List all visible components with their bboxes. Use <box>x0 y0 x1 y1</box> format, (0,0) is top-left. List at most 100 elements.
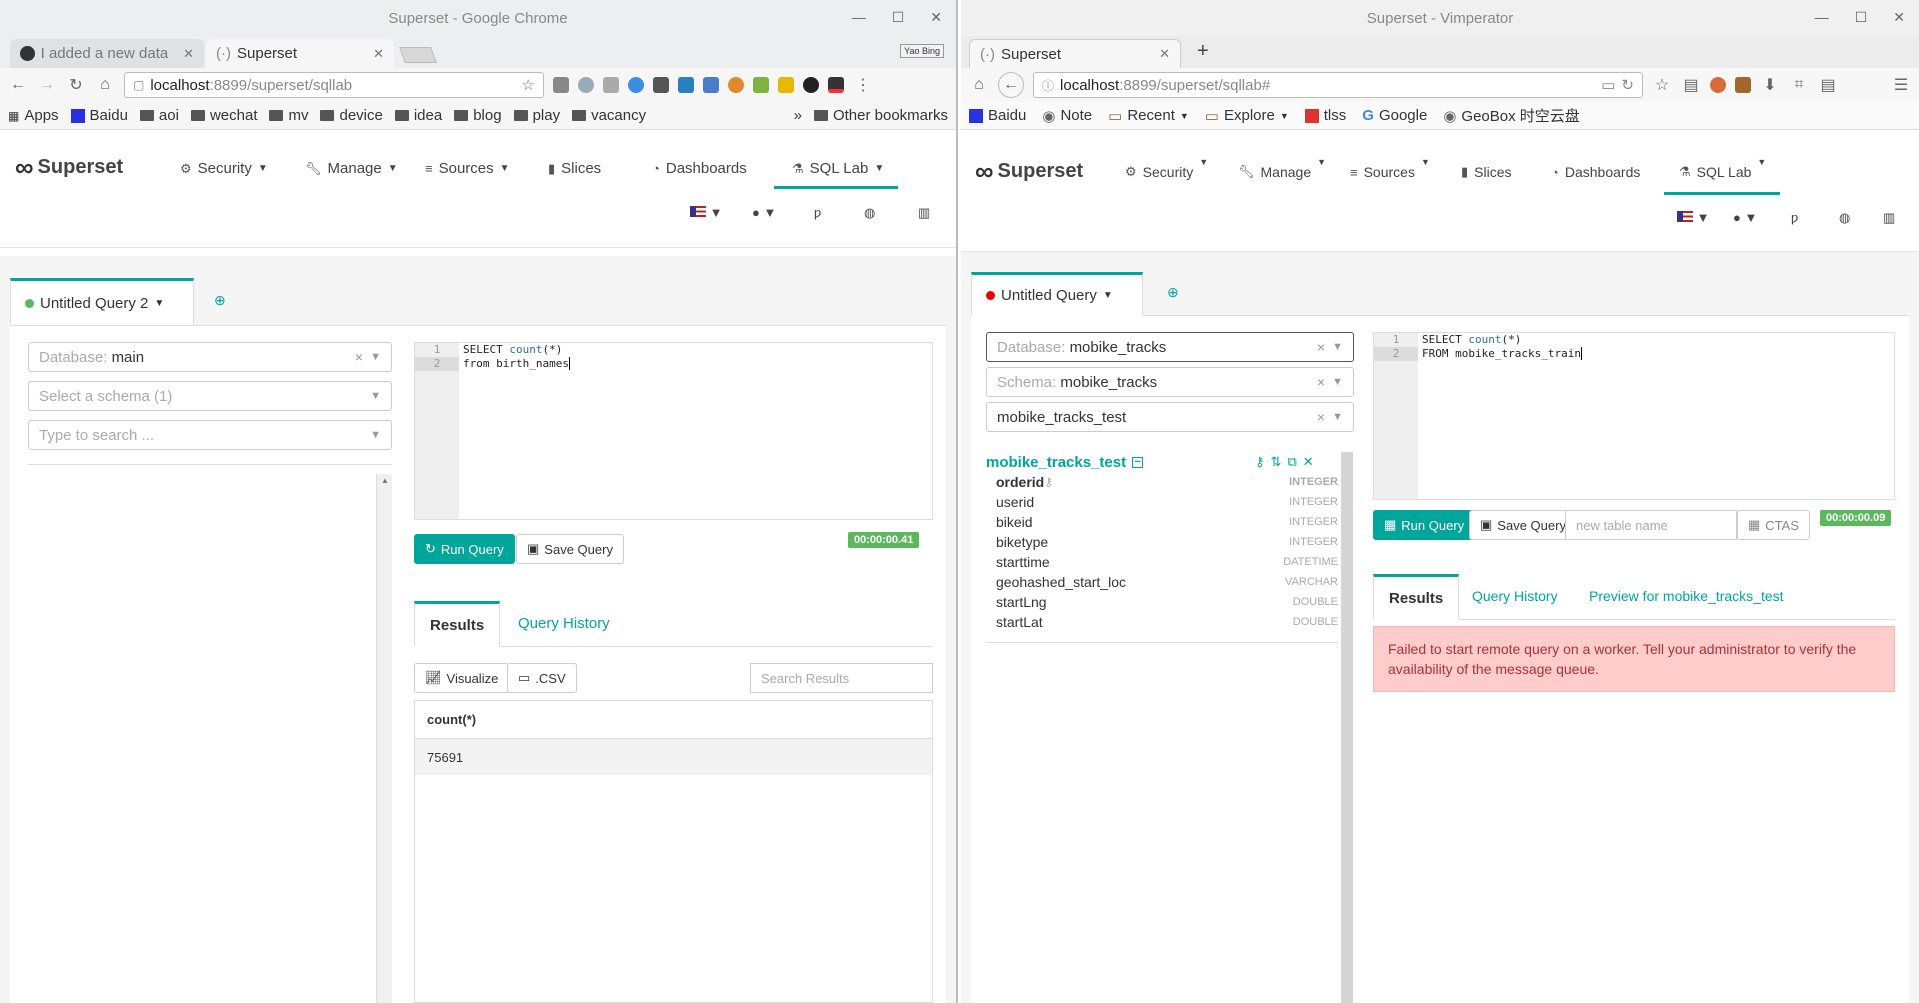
superset-brand[interactable]: ∞ Superset <box>15 152 123 183</box>
menu-sqllab[interactable]: ⚗ SQL Lab ▼ <box>1679 157 1766 180</box>
tab-results[interactable]: Results <box>1373 574 1460 620</box>
run-query-button[interactable]: ↻ Run Query <box>414 534 515 564</box>
github-icon[interactable]: ◍ <box>864 205 875 221</box>
eyedropper-icon[interactable] <box>703 77 719 93</box>
bookmark-apps[interactable]: ▦ Apps <box>8 107 59 124</box>
save-query-button[interactable]: ▣ Save Query <box>1469 510 1577 540</box>
extension-yellow-icon[interactable] <box>778 77 794 93</box>
menu-sources[interactable]: ≡ Sources ▼ <box>425 160 510 177</box>
bookmarks-overflow-button[interactable]: » <box>794 107 802 124</box>
back-icon[interactable]: ← <box>8 76 28 94</box>
tab-close-icon[interactable]: ✕ <box>373 46 384 62</box>
scroll-up-icon[interactable]: ▲ <box>381 476 389 485</box>
menu-security[interactable]: ⚙ Security ▼ <box>1125 157 1208 180</box>
crop-icon[interactable]: ⌗ <box>1789 76 1809 94</box>
bookmark-baidu[interactable]: Baidu <box>70 107 128 124</box>
bookmark-idea[interactable]: idea <box>394 107 442 124</box>
profile-badge[interactable]: Yao Bing <box>900 44 944 58</box>
menu-manage[interactable]: 🔧︎ Manage ▼ <box>1238 157 1326 180</box>
tab-query-history[interactable]: Query History <box>503 601 625 645</box>
extension-red-icon[interactable] <box>828 77 844 93</box>
menu-sources[interactable]: ≡ Sources ▼ <box>1350 157 1430 180</box>
clear-icon[interactable]: × <box>355 349 363 365</box>
extension-circle-icon[interactable] <box>578 77 594 93</box>
user-icon[interactable]: ● ▼ <box>752 205 776 220</box>
tab-close-icon[interactable]: ✕ <box>183 46 194 62</box>
bookmark-vacancy[interactable]: vacancy <box>572 107 646 124</box>
table-select[interactable]: Type to search ... ▼ <box>28 420 392 450</box>
bookmark-google[interactable]: G Google <box>1362 107 1427 124</box>
forward-icon[interactable]: → <box>37 76 57 94</box>
tab-untitled-query-2[interactable]: Untitled Query 2 ▼ <box>10 278 194 325</box>
minimize-icon[interactable]: — <box>1815 9 1829 26</box>
browser-tab-github[interactable]: I added a new data ✕ <box>10 39 204 68</box>
extension-orange-icon[interactable] <box>1710 77 1726 93</box>
visualize-button[interactable]: 📈︎ Visualize <box>414 663 510 693</box>
book-icon[interactable]: ▥ <box>1883 210 1895 226</box>
pocket-icon[interactable]: ▤ <box>1818 75 1838 95</box>
menu-slices[interactable]: ▮ Slices <box>548 160 601 177</box>
cookie-icon[interactable] <box>728 77 744 93</box>
bookmark-baidu[interactable]: Baidu <box>969 107 1026 124</box>
extension-blue-icon[interactable] <box>628 77 644 93</box>
copy-icon[interactable]: ⧉ <box>1287 454 1296 470</box>
book-icon[interactable]: ▥ <box>918 205 930 221</box>
tab-query-history[interactable]: Query History <box>1457 574 1573 618</box>
language-flag-icon[interactable]: ▼ <box>690 205 722 220</box>
address-bar[interactable]: ⓘ localhost:8899/superset/sqllab# ▭ ↻ <box>1033 72 1643 98</box>
table-select[interactable]: mobike_tracks_test × ▼ <box>986 402 1354 432</box>
database-select[interactable]: Database: main × ▼ <box>28 342 392 372</box>
remove-table-icon[interactable]: ✕ <box>1303 454 1314 470</box>
notes-icon[interactable] <box>753 77 769 93</box>
menu-sqllab[interactable]: ⚗ SQL Lab ▼ <box>792 160 884 177</box>
reload-icon[interactable]: ↻ <box>1621 76 1634 94</box>
tab-preview-table[interactable]: Preview for mobike_tracks_test <box>1574 574 1799 618</box>
tab-results[interactable]: Results <box>414 601 501 647</box>
bookmark-blog[interactable]: blog <box>454 107 502 124</box>
vue-icon[interactable] <box>678 77 694 93</box>
chevron-down-icon[interactable]: ▼ <box>370 351 381 363</box>
menu-manage[interactable]: 🔧︎ Manage ▼ <box>305 160 398 177</box>
chevron-down-icon[interactable]: ▼ <box>1332 341 1343 353</box>
chevron-down-icon[interactable]: ▼ <box>1332 376 1343 388</box>
close-icon[interactable]: ✕ <box>930 9 942 26</box>
home-icon[interactable]: ⌂ <box>969 76 989 94</box>
bookmark-wechat[interactable]: wechat <box>190 107 257 124</box>
tab-close-icon[interactable]: ✕ <box>1159 46 1170 62</box>
bookmark-star-icon[interactable]: ☆ <box>1652 75 1672 95</box>
clear-icon[interactable]: × <box>1317 374 1325 390</box>
menu-dashboards[interactable]: ◔ Dashboards <box>1551 164 1640 180</box>
menu-slices[interactable]: ▮ Slices <box>1461 164 1512 180</box>
csv-button[interactable]: ▭ .CSV <box>507 663 577 693</box>
address-bar[interactable]: ▢ localhost:8899/superset/sqllab ☆ <box>124 72 544 98</box>
new-tab-icon[interactable]: + <box>1197 40 1209 63</box>
download-icon[interactable] <box>553 77 569 93</box>
maximize-icon[interactable]: ☐ <box>892 9 905 26</box>
user-icon[interactable]: ● ▼ <box>1733 210 1757 225</box>
schema-select[interactable]: Select a schema (1) ▼ <box>28 381 392 411</box>
chevron-down-icon[interactable]: ▼ <box>370 390 381 402</box>
scrollbar[interactable]: ▲ <box>376 474 392 1003</box>
extension-brown-icon[interactable] <box>1735 77 1751 93</box>
bookmark-star-icon[interactable]: ☆ <box>522 76 535 94</box>
sql-editor[interactable]: 1 2 SELECT count(*) FROM mobike_tracks_t… <box>1373 332 1895 500</box>
clear-icon[interactable]: × <box>1317 339 1325 355</box>
bookmark-tlss[interactable]: tlss <box>1304 107 1346 124</box>
library-icon[interactable]: ▤ <box>1681 75 1701 95</box>
github-icon[interactable]: ◍ <box>1839 210 1850 226</box>
git-branch-icon[interactable]: ƿ <box>814 205 821 220</box>
extension-dark-icon[interactable] <box>803 77 819 93</box>
key-icon[interactable]: ⚷ <box>1255 454 1265 470</box>
schema-select[interactable]: Schema: mobike_tracks × ▼ <box>986 367 1354 397</box>
bookmark-geobox[interactable]: ◉ GeoBox 时空云盘 <box>1443 105 1579 126</box>
new-tab-button[interactable] <box>399 47 437 63</box>
pocket-icon[interactable] <box>653 77 669 93</box>
sort-icon[interactable]: ⇅ <box>1271 454 1282 470</box>
superset-brand[interactable]: ∞ Superset <box>975 156 1083 187</box>
scrollbar[interactable] <box>1341 452 1353 1003</box>
language-flag-icon[interactable]: ▼ <box>1677 210 1709 225</box>
browser-tab-superset[interactable]: (·) Superset ✕ <box>206 39 394 68</box>
browser-tab-superset[interactable]: (·) Superset ✕ <box>969 39 1181 68</box>
home-icon[interactable]: ⌂ <box>95 76 115 94</box>
search-results-input[interactable]: Search Results <box>750 663 933 693</box>
